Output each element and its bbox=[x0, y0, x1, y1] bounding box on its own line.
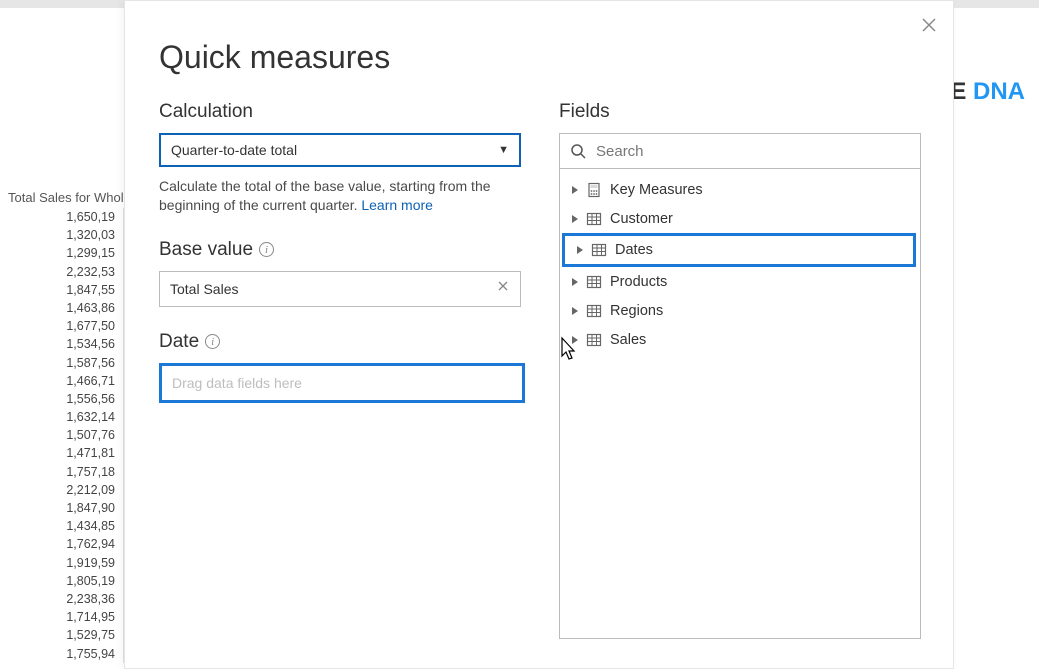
bg-table-cell: 1,529,75 bbox=[0, 626, 124, 644]
field-table-name: Sales bbox=[610, 332, 646, 348]
calculation-description: Calculate the total of the base value, s… bbox=[159, 177, 521, 215]
quick-measures-dialog: Quick measures Calculation Quarter-to-da… bbox=[124, 0, 954, 669]
calculation-dropdown[interactable]: Quarter-to-date total ▼ bbox=[159, 133, 521, 167]
bg-table-cell: 1,587,56 bbox=[0, 354, 124, 372]
base-value-label: Base value i bbox=[159, 239, 559, 261]
chevron-right-icon[interactable] bbox=[572, 278, 578, 286]
chevron-right-icon[interactable] bbox=[572, 186, 578, 194]
bg-table-cell: 1,632,14 bbox=[0, 408, 124, 426]
field-table-name: Products bbox=[610, 274, 667, 290]
date-label: Date i bbox=[159, 331, 559, 353]
field-table-row[interactable]: Key Measures bbox=[560, 175, 920, 204]
bg-table-cell: 2,238,36 bbox=[0, 590, 124, 608]
table-icon bbox=[586, 274, 602, 290]
field-table-row[interactable]: Sales bbox=[560, 325, 920, 354]
field-table-row[interactable]: Dates bbox=[562, 233, 916, 267]
bg-table-cell: 1,805,19 bbox=[0, 572, 124, 590]
fields-label: Fields bbox=[559, 101, 921, 123]
info-icon[interactable]: i bbox=[205, 334, 220, 349]
bg-table-cell: 1,755,94 bbox=[0, 645, 124, 663]
bg-table-cell: 1,714,95 bbox=[0, 608, 124, 626]
search-icon bbox=[570, 143, 586, 159]
bg-table-cell: 2,212,09 bbox=[0, 481, 124, 499]
bg-table-cell: 1,556,56 bbox=[0, 390, 124, 408]
bg-table-cell: 1,507,76 bbox=[0, 426, 124, 444]
bg-table-cell: 1,299,15 bbox=[0, 244, 124, 262]
field-table-name: Customer bbox=[610, 211, 673, 227]
dialog-title: Quick measures bbox=[159, 39, 390, 76]
field-table-name: Dates bbox=[615, 242, 653, 258]
learn-more-link[interactable]: Learn more bbox=[361, 197, 433, 213]
date-dropzone[interactable]: Drag data fields here bbox=[159, 363, 525, 403]
base-value-field: Total Sales bbox=[170, 281, 238, 297]
base-value-well[interactable]: Total Sales bbox=[159, 271, 521, 307]
bg-table-cell: 1,919,59 bbox=[0, 554, 124, 572]
bg-table-cell: 1,534,56 bbox=[0, 335, 124, 353]
bg-table-cell: 1,434,85 bbox=[0, 517, 124, 535]
table-icon bbox=[591, 242, 607, 258]
bg-table-cell: 1,466,71 bbox=[0, 372, 124, 390]
field-list: Key Measures Customer Dates Products Regions… bbox=[559, 169, 921, 639]
calculation-selected: Quarter-to-date total bbox=[171, 142, 297, 158]
field-table-row[interactable]: Customer bbox=[560, 204, 920, 233]
bg-table-cell: 1,847,90 bbox=[0, 499, 124, 517]
chevron-right-icon[interactable] bbox=[572, 307, 578, 315]
date-placeholder: Drag data fields here bbox=[172, 375, 302, 391]
bg-table-cell: 2,232,53 bbox=[0, 263, 124, 281]
table-icon bbox=[586, 332, 602, 348]
close-icon[interactable] bbox=[919, 15, 939, 35]
bg-table-cell: 1,463,86 bbox=[0, 299, 124, 317]
table-icon bbox=[586, 303, 602, 319]
info-icon[interactable]: i bbox=[259, 242, 274, 257]
fields-search[interactable] bbox=[559, 133, 921, 169]
bg-table-cell: 1,762,94 bbox=[0, 535, 124, 553]
bg-table-cell: 1,677,50 bbox=[0, 317, 124, 335]
field-table-name: Regions bbox=[610, 303, 663, 319]
table-icon bbox=[586, 211, 602, 227]
chevron-right-icon[interactable] bbox=[577, 246, 583, 254]
chevron-right-icon[interactable] bbox=[572, 215, 578, 223]
brand-logo: E DNA bbox=[950, 78, 1025, 106]
chevron-right-icon[interactable] bbox=[572, 336, 578, 344]
chevron-down-icon: ▼ bbox=[498, 144, 509, 156]
calculator-icon bbox=[586, 182, 602, 198]
bg-table-cell: 1,757,18 bbox=[0, 463, 124, 481]
field-table-name: Key Measures bbox=[610, 182, 703, 198]
field-table-row[interactable]: Products bbox=[560, 267, 920, 296]
bg-column-header: Total Sales for Whole bbox=[8, 190, 123, 205]
bg-table-cell: 1,471,81 bbox=[0, 444, 124, 462]
calculation-label: Calculation bbox=[159, 101, 559, 123]
bg-table-cell: 1,650,19 bbox=[0, 208, 124, 226]
field-table-row[interactable]: Regions bbox=[560, 296, 920, 325]
clear-base-value-icon[interactable] bbox=[496, 279, 510, 298]
bg-table-cell: 1,320,03 bbox=[0, 226, 124, 244]
bg-table-cell: 1,847,55 bbox=[0, 281, 124, 299]
fields-search-input[interactable] bbox=[596, 143, 910, 160]
